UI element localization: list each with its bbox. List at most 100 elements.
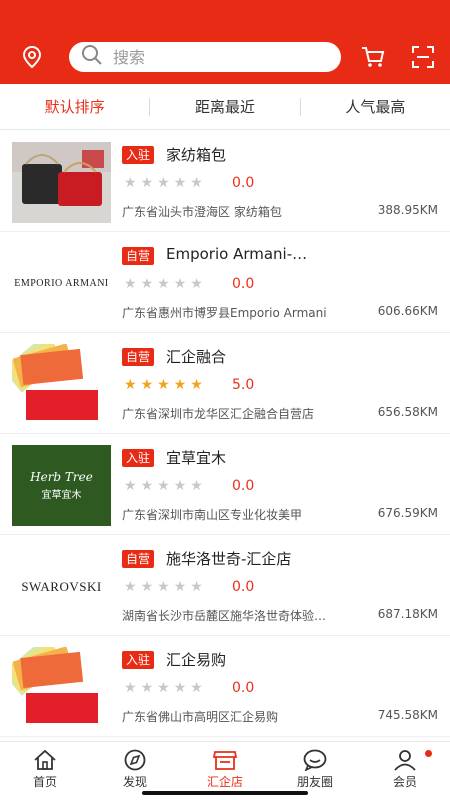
store-distance: 388.95KM xyxy=(377,203,438,217)
star-icon: ★ xyxy=(124,680,137,696)
star-rating: ★ ★ ★ ★ ★ xyxy=(124,175,203,191)
nav-label: 首页 xyxy=(32,775,57,789)
store-row[interactable]: 入驻 家纺箱包 ★ ★ ★ ★ ★ 0.0 广东省汕头市澄海区 家纺箱包 388… xyxy=(0,131,450,232)
store-thumbnail xyxy=(12,647,111,728)
store-distance: 745.58KM xyxy=(377,708,438,722)
store-thumbnail xyxy=(12,344,111,425)
star-icon: ★ xyxy=(124,478,137,494)
store-type-badge: 自营 xyxy=(122,247,155,265)
tab-nearest[interactable]: 距离最近 xyxy=(150,96,299,117)
star-icon: ★ xyxy=(140,175,154,191)
star-icon: ★ xyxy=(190,680,203,696)
cards-logo-icon xyxy=(12,344,98,420)
rating-value: 0.0 xyxy=(232,478,255,494)
star-icon: ★ xyxy=(124,579,137,595)
star-icon: ★ xyxy=(173,175,187,191)
star-icon: ★ xyxy=(190,276,203,292)
star-icon: ★ xyxy=(190,579,203,595)
star-icon: ★ xyxy=(140,579,154,595)
search-icon xyxy=(81,44,103,70)
store-address: 广东省佛山市高明区汇企易购 xyxy=(122,710,279,724)
nav-label: 汇企店 xyxy=(206,775,243,789)
top-bar xyxy=(0,0,450,84)
store-address: 广东省深圳市龙华区汇企融合自营店 xyxy=(122,407,315,421)
store-row[interactable]: Herb Tree 宜草宜木 入驻 宜草宜木 ★ ★ ★ ★ ★ 0.0 广东省… xyxy=(0,434,450,535)
nav-label: 朋友圈 xyxy=(296,775,333,789)
star-icon: ★ xyxy=(173,377,187,393)
rating-value: 0.0 xyxy=(232,175,255,191)
store-name: 施华洛世奇-汇企店 xyxy=(166,550,292,568)
store-address: 湖南省长沙市岳麓区施华洛世奇体验… xyxy=(122,609,327,623)
nav-member[interactable]: 会员 xyxy=(360,742,450,800)
nav-label: 会员 xyxy=(392,775,417,789)
star-icon: ★ xyxy=(124,175,137,191)
scan-icon[interactable] xyxy=(406,40,440,74)
star-rating: ★ ★ ★ ★ ★ xyxy=(124,680,203,696)
chat-icon xyxy=(303,749,327,771)
store-thumbnail: EMPORIO ARMANI xyxy=(12,243,111,324)
star-icon: ★ xyxy=(190,377,203,393)
tab-default-sort[interactable]: 默认排序 xyxy=(0,96,149,117)
star-icon: ★ xyxy=(140,680,154,696)
store-thumbnail xyxy=(12,142,111,223)
store-thumbnail: SWAROVSKI xyxy=(12,546,111,627)
star-icon: ★ xyxy=(173,579,187,595)
store-type-badge: 自营 xyxy=(122,550,155,568)
rating-value: 0.0 xyxy=(232,680,255,696)
store-name: 汇企融合 xyxy=(166,348,227,366)
herb-tree-logo-cn: 宜草宜木 xyxy=(41,490,82,501)
store-row[interactable]: 入驻 汇企易购 ★ ★ ★ ★ ★ 0.0 广东省佛山市高明区汇企易购 745.… xyxy=(0,636,450,737)
armani-logo: EMPORIO ARMANI xyxy=(14,278,109,289)
star-rating: ★ ★ ★ ★ ★ xyxy=(124,579,203,595)
star-icon: ★ xyxy=(173,680,187,696)
star-icon: ★ xyxy=(140,276,154,292)
tab-most-popular[interactable]: 人气最高 xyxy=(301,96,450,117)
search-input[interactable] xyxy=(113,47,313,67)
store-type-badge: 入驻 xyxy=(122,449,155,467)
sort-tabs: 默认排序 距离最近 人气最高 xyxy=(0,84,450,130)
store-address: 广东省汕头市澄海区 家纺箱包 xyxy=(122,205,282,219)
star-icon: ★ xyxy=(157,175,170,191)
star-icon: ★ xyxy=(140,377,154,393)
store-row[interactable]: SWAROVSKI 自营 施华洛世奇-汇企店 ★ ★ ★ ★ ★ 0.0 湖南省… xyxy=(0,535,450,636)
star-icon: ★ xyxy=(140,478,154,494)
search-bar[interactable] xyxy=(69,42,341,72)
star-rating: ★ ★ ★ ★ ★ xyxy=(124,276,203,292)
cards-logo-icon xyxy=(12,647,98,723)
rating-value: 0.0 xyxy=(232,276,255,292)
nav-home[interactable]: 首页 xyxy=(0,742,90,800)
star-icon: ★ xyxy=(157,680,170,696)
star-rating: ★ ★ ★ ★ ★ xyxy=(124,377,203,393)
store-type-badge: 自营 xyxy=(122,348,155,366)
store-address: 广东省深圳市南山区专业化妆美甲 xyxy=(122,508,303,522)
store-name: 家纺箱包 xyxy=(166,146,227,164)
store-type-badge: 入驻 xyxy=(122,651,155,669)
store-address: 广东省惠州市博罗县Emporio Armani xyxy=(122,306,327,320)
star-icon: ★ xyxy=(157,377,170,393)
store-distance: 656.58KM xyxy=(377,405,438,419)
store-name: 宜草宜木 xyxy=(166,449,227,467)
store-thumbnail: Herb Tree 宜草宜木 xyxy=(12,445,111,526)
cart-icon[interactable] xyxy=(356,40,390,74)
location-icon[interactable] xyxy=(15,40,49,74)
rating-value: 0.0 xyxy=(232,579,255,595)
compass-icon xyxy=(124,749,146,771)
star-icon: ★ xyxy=(173,478,187,494)
store-row[interactable]: 自营 汇企融合 ★ ★ ★ ★ ★ 5.0 广东省深圳市龙华区汇企融合自营店 6… xyxy=(0,333,450,434)
store-row[interactable]: EMPORIO ARMANI 自营 Emporio Armani-… ★ ★ ★… xyxy=(0,232,450,333)
nav-label: 发现 xyxy=(122,775,147,789)
store-name: Emporio Armani-… xyxy=(166,245,308,263)
home-icon xyxy=(34,749,56,770)
star-icon: ★ xyxy=(124,377,137,393)
store-distance: 676.59KM xyxy=(377,506,438,520)
store-distance: 606.66KM xyxy=(377,304,438,318)
home-indicator xyxy=(142,791,308,795)
herb-tree-logo: Herb Tree xyxy=(30,470,93,484)
store-icon xyxy=(212,751,238,770)
user-icon xyxy=(394,750,416,771)
rating-value: 5.0 xyxy=(232,377,255,393)
star-icon: ★ xyxy=(157,276,170,292)
star-icon: ★ xyxy=(157,478,170,494)
star-icon: ★ xyxy=(124,276,137,292)
store-distance: 687.18KM xyxy=(377,607,438,621)
